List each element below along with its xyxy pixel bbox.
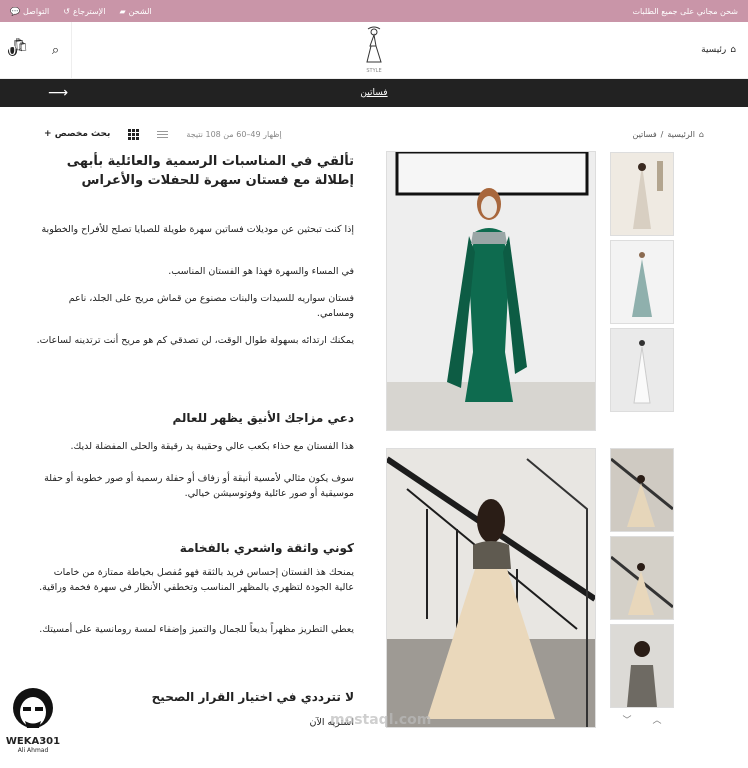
site-watermark: mostaql.com: [330, 712, 432, 728]
breadcrumb-current: فساتين: [632, 129, 657, 139]
home-link[interactable]: ⌂ رئيسية: [701, 45, 748, 55]
section-heading: كوني واثقة واشعري بالفخامة: [179, 541, 354, 555]
logo-figure-icon: [366, 26, 382, 63]
author-name: WEKA301: [5, 736, 61, 747]
description-block: اشتريه الآن: [32, 715, 355, 730]
description-block: يمنحك هذ الفستان إحساس فريد بالثقة فهو م…: [32, 565, 354, 595]
site-logo[interactable]: STYLE: [354, 26, 394, 74]
call-to-action-text: اشتريه الآن: [309, 717, 355, 728]
author-avatar-icon: [13, 688, 53, 728]
top-bar: شحن مجاني على جميع الطلبات 💬 التواصل ↺ الإ…: [0, 0, 748, 22]
breadcrumb: ⌂ الرئيسية / فساتين: [633, 130, 704, 139]
description-block: كوني واثقة واشعري بالفخامة: [32, 539, 354, 558]
product-thumbnail[interactable]: [610, 448, 674, 532]
breadcrumb-sep: /: [660, 129, 664, 139]
home-icon: ⌂: [730, 45, 736, 55]
nav-dresses[interactable]: فساتين: [360, 88, 387, 98]
returns-label: الإسترجاع: [72, 6, 106, 16]
shipping-label: الشحن: [128, 6, 152, 16]
description-block: هذا الفستان مع حذاء بكعب عالي وحقيبة يد …: [32, 439, 355, 454]
category-nav: فساتين ⟶: [0, 79, 748, 107]
product-thumbnail[interactable]: [610, 536, 674, 620]
list-view-icon[interactable]: [157, 130, 169, 138]
description-block: سوف يكون مثالي لأمسية أنيقة أو زفاف أو ح…: [32, 471, 354, 501]
site-header: ⌂ رئيسية STYLE 🛍 0 ⌕: [0, 22, 748, 79]
plus-icon: +: [44, 129, 55, 139]
product-content: ︿ ﹀ تألقي في المناسبات الرسمية والعائلية…: [0, 150, 748, 751]
description-paragraph: يمكنك ارتدائه بسهولة طوال الوقت، لن تصدق…: [36, 335, 354, 346]
description-block: لا تترددي في اختيار القرار الصحيح: [32, 688, 354, 707]
product-secondary-image[interactable]: [385, 448, 597, 728]
contact-label: التواصل: [22, 6, 50, 16]
product-main-image[interactable]: [386, 150, 596, 431]
description-block: يمكنك ارتدائه بسهولة طوال الوقت، لن تصدق…: [32, 333, 354, 348]
description-paragraph: هذا الفستان مع حذاء بكعب عالي وحقيبة يد …: [70, 441, 355, 452]
chevron-down-icon[interactable]: ﹀: [623, 713, 632, 726]
shop-toolbar: ⌂ الرئيسية / فساتين + بحث مخصص إظهار 49–…: [0, 117, 748, 151]
product-thumbnail[interactable]: [610, 240, 674, 324]
home-icon: ⌂: [698, 129, 704, 139]
description-block: إذا كنت تبحثين عن موديلات فساتين سهرة طو…: [32, 222, 354, 237]
description-paragraph: فستان سواريه للسيدات والبنات مصنوع من قم…: [68, 293, 354, 320]
product-thumbnail[interactable]: [610, 152, 674, 236]
product-description: تألقي في المناسبات الرسمية والعائلية بأب…: [32, 153, 354, 191]
returns-link[interactable]: ↺ الإسترجاع: [63, 7, 105, 16]
grid-view-icon[interactable]: [128, 128, 140, 140]
shipping-link[interactable]: ▰ الشحن: [119, 7, 151, 16]
description-block: في المساء والسهرة فهذا هو الفستان المناس…: [32, 264, 354, 279]
home-label: رئيسية: [701, 45, 727, 55]
thumbnail-column-2: [610, 448, 674, 712]
promo-text: شحن مجاني على جميع الطلبات: [632, 6, 739, 16]
description-paragraph: في المساء والسهرة فهذا هو الفستان المناس…: [168, 266, 354, 277]
description-paragraph: يمنحك هذ الفستان إحساس فريد بالثقة فهو م…: [39, 567, 354, 594]
chat-icon: 💬: [10, 6, 20, 16]
description-block: يعطي التطريز مظهراً بديعاً للجمال والتمي…: [32, 622, 354, 637]
contact-link[interactable]: 💬 التواصل: [10, 7, 49, 16]
description-paragraph: سوف يكون مثالي لأمسية أنيقة أو زفاف أو ح…: [44, 473, 354, 500]
description-block: دعي مزاجك الأنيق يظهر للعالم: [32, 409, 355, 428]
section-heading: دعي مزاجك الأنيق يظهر للعالم: [172, 411, 355, 425]
advanced-search-button[interactable]: + بحث مخصص: [44, 129, 110, 139]
author-sub: Ali Ahmad: [17, 747, 49, 754]
header-icons: 🛍 0 ⌕: [0, 22, 72, 78]
chevron-up-icon[interactable]: ︿: [653, 713, 662, 726]
result-count: إظهار 49–60 من 108 نتيجة: [186, 129, 282, 139]
logo-text: STYLE: [366, 68, 382, 74]
search-icon[interactable]: ⌕: [52, 43, 59, 58]
description-block: فستان سواريه للسيدات والبنات مصنوع من قم…: [32, 291, 354, 321]
truck-icon: ▰: [119, 6, 126, 16]
top-links: 💬 التواصل ↺ الإسترجاع ▰ الشحن: [10, 7, 152, 16]
description-paragraph: إذا كنت تبحثين عن موديلات فساتين سهرة طو…: [41, 224, 354, 235]
advanced-search-label: بحث مخصص: [54, 129, 111, 139]
thumbnail-column-1: [610, 152, 674, 416]
author-watermark: WEKA301 Ali Ahmad: [4, 686, 62, 754]
arrow-left-icon[interactable]: ⟶: [48, 85, 68, 101]
cart-icon[interactable]: 🛍 0: [7, 38, 28, 62]
shop-tools: + بحث مخصص إظهار 49–60 من 108 نتيجة: [44, 128, 282, 140]
description-paragraph: يعطي التطريز مظهراً بديعاً للجمال والتمي…: [39, 624, 354, 635]
breadcrumb-home[interactable]: الرئيسية: [667, 130, 695, 139]
product-thumbnail[interactable]: [610, 624, 674, 708]
undo-icon: ↺: [63, 6, 70, 16]
cart-badge: 0: [7, 44, 17, 59]
gallery-nav: ︿ ﹀: [612, 713, 672, 726]
product-thumbnail[interactable]: [610, 328, 674, 412]
description-title: تألقي في المناسبات الرسمية والعائلية بأب…: [66, 154, 354, 188]
section-heading: لا تترددي في اختيار القرار الصحيح: [151, 690, 354, 704]
